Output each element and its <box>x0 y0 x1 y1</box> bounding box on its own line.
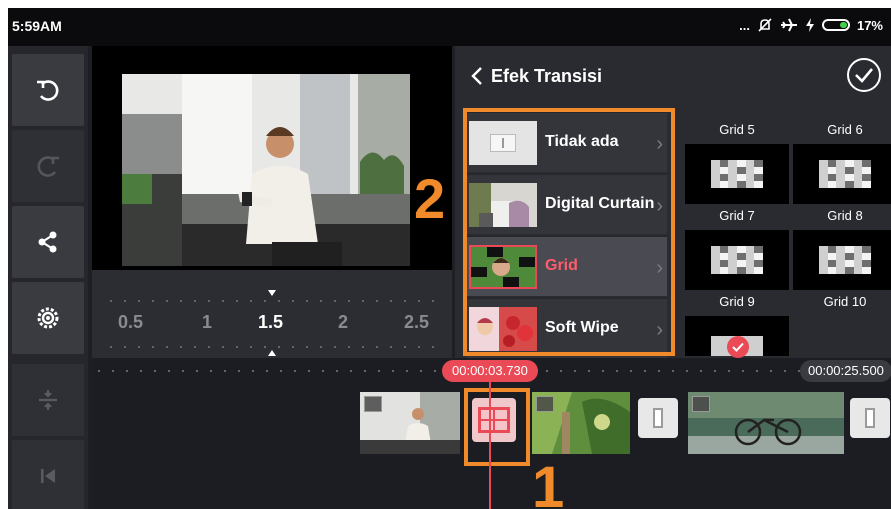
status-bar: 5:59AM ... 17% <box>8 8 891 46</box>
grid-option-label: Grid 6 <box>827 122 863 137</box>
scale-label-4[interactable]: 2.5 <box>404 312 429 333</box>
panel-title: Efek Transisi <box>491 66 603 86</box>
grid-option-8[interactable]: Grid 8 <box>793 208 891 290</box>
grid-option-9[interactable]: Grid 9 <box>685 294 789 358</box>
check-icon <box>855 68 873 83</box>
battery-icon <box>821 19 850 31</box>
battery-percent: 17% <box>856 17 883 33</box>
transition-marker-3[interactable] <box>850 398 890 438</box>
more-dots-icon: ... <box>739 17 750 33</box>
undo-button[interactable] <box>12 54 84 126</box>
back-icon[interactable] <box>467 64 487 88</box>
panel-header: Efek Transisi <box>455 46 891 106</box>
grid-option-5[interactable]: Grid 5 <box>685 122 789 204</box>
scale-dots-bottom <box>104 346 444 348</box>
status-time: 5:59AM <box>12 18 62 34</box>
scale-label-2[interactable]: 1.5 <box>258 312 283 333</box>
grid-option-label: Grid 9 <box>719 294 755 309</box>
end-time: 00:00:25.500 <box>800 360 891 382</box>
image-badge-icon <box>692 396 710 412</box>
grid-thumb <box>793 230 891 290</box>
scale-label-3[interactable]: 2 <box>338 312 348 333</box>
no-transition-icon <box>653 408 663 428</box>
scale-pointer-top-icon <box>268 290 276 296</box>
split-button[interactable] <box>12 364 84 436</box>
grid-option-10[interactable]: Grid 10 <box>793 294 891 312</box>
timeline[interactable]: 00:00:03.730 00:00:25.500 1 <box>92 358 891 509</box>
preview-scene <box>122 74 410 266</box>
speed-scale[interactable]: 0.5 1 1.5 2 2.5 <box>92 270 452 358</box>
redo-icon <box>37 156 59 177</box>
annotation-box-transition-list <box>463 108 675 356</box>
undo-icon <box>37 80 59 101</box>
scale-pointer-bottom-icon <box>268 350 276 356</box>
annotation-one: 1 <box>532 455 565 509</box>
preview-area: 0.5 1 1.5 2 2.5 2 <box>92 46 452 358</box>
scale-dots-top <box>104 300 444 302</box>
grid-option-7[interactable]: Grid 7 <box>685 208 789 290</box>
video-clip-3[interactable] <box>688 392 844 454</box>
transition-panel: Efek Transisi Tidak ada › Digital Curtai… <box>455 46 891 358</box>
share-button[interactable] <box>12 206 84 278</box>
charging-icon <box>805 18 814 32</box>
app-frame: 5:59AM ... 17% 0.5 1 1.5 2 2.5 2 Efek Tr… <box>8 8 891 509</box>
left-toolbar <box>8 46 88 509</box>
scale-label-0[interactable]: 0.5 <box>118 312 143 333</box>
confirm-button[interactable] <box>847 58 881 92</box>
grid-thumb-selected <box>685 316 789 358</box>
scale-label-1[interactable]: 1 <box>202 312 212 333</box>
transition-marker-2[interactable] <box>638 398 678 438</box>
no-transition-icon <box>865 408 875 428</box>
preview-screen <box>92 46 452 270</box>
grid-options: Grid 5 Grid 6 Grid 7 Grid 8 Grid 9 Grid … <box>677 112 891 358</box>
video-clip-1[interactable] <box>360 392 460 454</box>
video-clip-2[interactable] <box>532 392 630 454</box>
grid-option-label: Grid 10 <box>823 294 867 309</box>
timeline-ruler: 00:00:03.730 00:00:25.500 <box>92 358 891 384</box>
image-badge-icon <box>364 396 382 412</box>
skip-start-button[interactable] <box>12 440 84 509</box>
selected-check-icon <box>727 336 749 358</box>
skip-start-icon <box>41 469 55 483</box>
split-icon <box>39 390 57 410</box>
settings-icon <box>37 307 59 329</box>
grid-option-6[interactable]: Grid 6 <box>793 122 891 204</box>
airplane-icon <box>780 18 797 32</box>
image-badge-icon <box>536 396 554 412</box>
grid-option-label: Grid 5 <box>719 122 755 137</box>
annotation-two: 2 <box>414 167 446 230</box>
status-icons: ... 17% <box>739 17 883 33</box>
grid-option-label: Grid 8 <box>827 208 863 223</box>
settings-button[interactable] <box>12 282 84 354</box>
grid-option-label: Grid 7 <box>719 208 755 223</box>
redo-button[interactable] <box>12 130 84 202</box>
grid-thumb <box>685 230 789 290</box>
grid-thumb <box>793 144 891 204</box>
share-icon <box>38 231 57 253</box>
video-preview[interactable] <box>122 74 410 266</box>
playhead[interactable] <box>489 378 491 509</box>
grid-thumb <box>685 144 789 204</box>
annotation-box-transition-marker <box>464 388 530 466</box>
mute-icon <box>758 18 772 32</box>
